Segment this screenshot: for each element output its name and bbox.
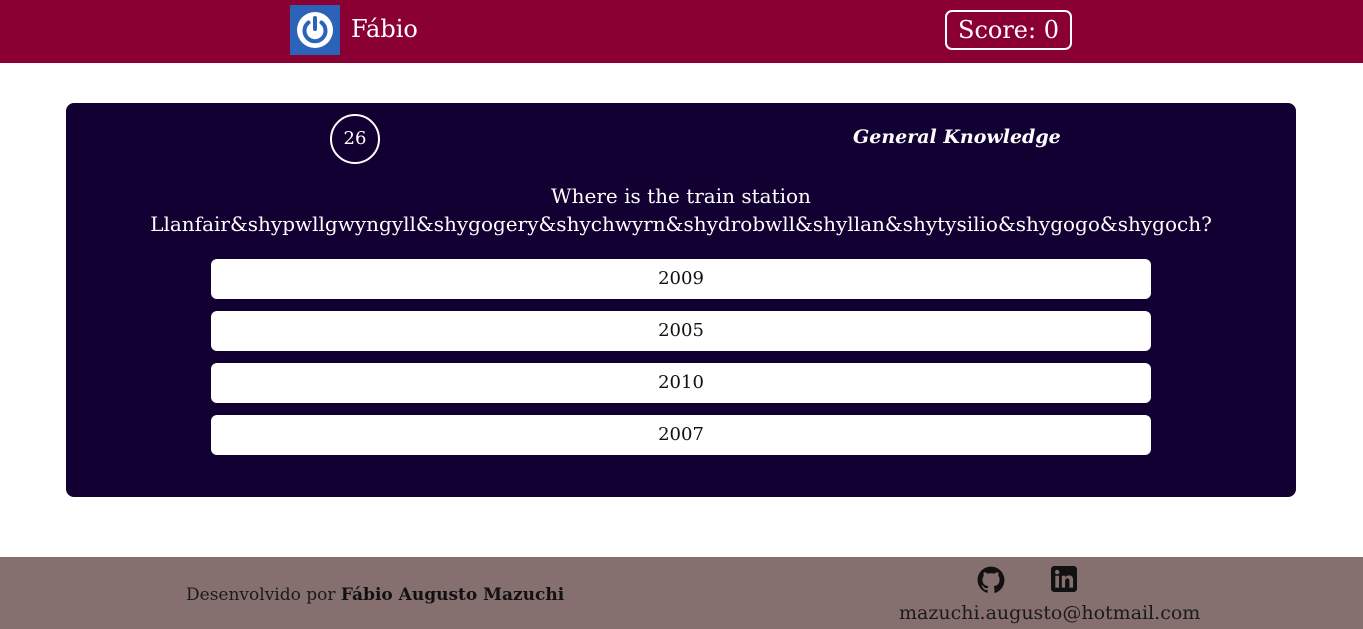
contact-email[interactable]: mazuchi.augusto@hotmail.com [899,600,1200,626]
question-line-1: Where is the train station [551,184,811,208]
footer: Desenvolvido por Fábio Augusto Mazuchi m… [0,557,1363,629]
power-icon [297,12,333,48]
answer-option-1[interactable]: 2009 [211,259,1151,299]
github-icon [977,566,1005,593]
answer-list: 2009 2005 2010 2007 [211,259,1151,467]
linkedin-icon [1051,566,1077,592]
answer-option-4[interactable]: 2007 [211,415,1151,455]
question-category: General Knowledge [853,126,1061,148]
question-text: Where is the train station Llanfair&shyp… [66,182,1296,238]
countdown-timer: 26 [330,114,380,164]
developer-credit: Desenvolvido por Fábio Augusto Mazuchi [186,583,564,607]
username: Fábio [351,15,418,43]
question-line-2: Llanfair&shypwllgwyngyll&shygogery&shych… [150,212,1212,236]
credit-author: Fábio Augusto Mazuchi [340,585,565,605]
credit-prefix: Desenvolvido por [186,585,336,605]
avatar [290,5,340,55]
github-link[interactable] [977,566,1005,594]
top-bar: Fábio Score: 0 [0,0,1363,63]
linkedin-link[interactable] [1051,566,1077,592]
answer-option-3[interactable]: 2010 [211,363,1151,403]
score-badge: Score: 0 [945,10,1072,50]
quiz-card: 26 General Knowledge Where is the train … [66,103,1296,497]
answer-option-2[interactable]: 2005 [211,311,1151,351]
